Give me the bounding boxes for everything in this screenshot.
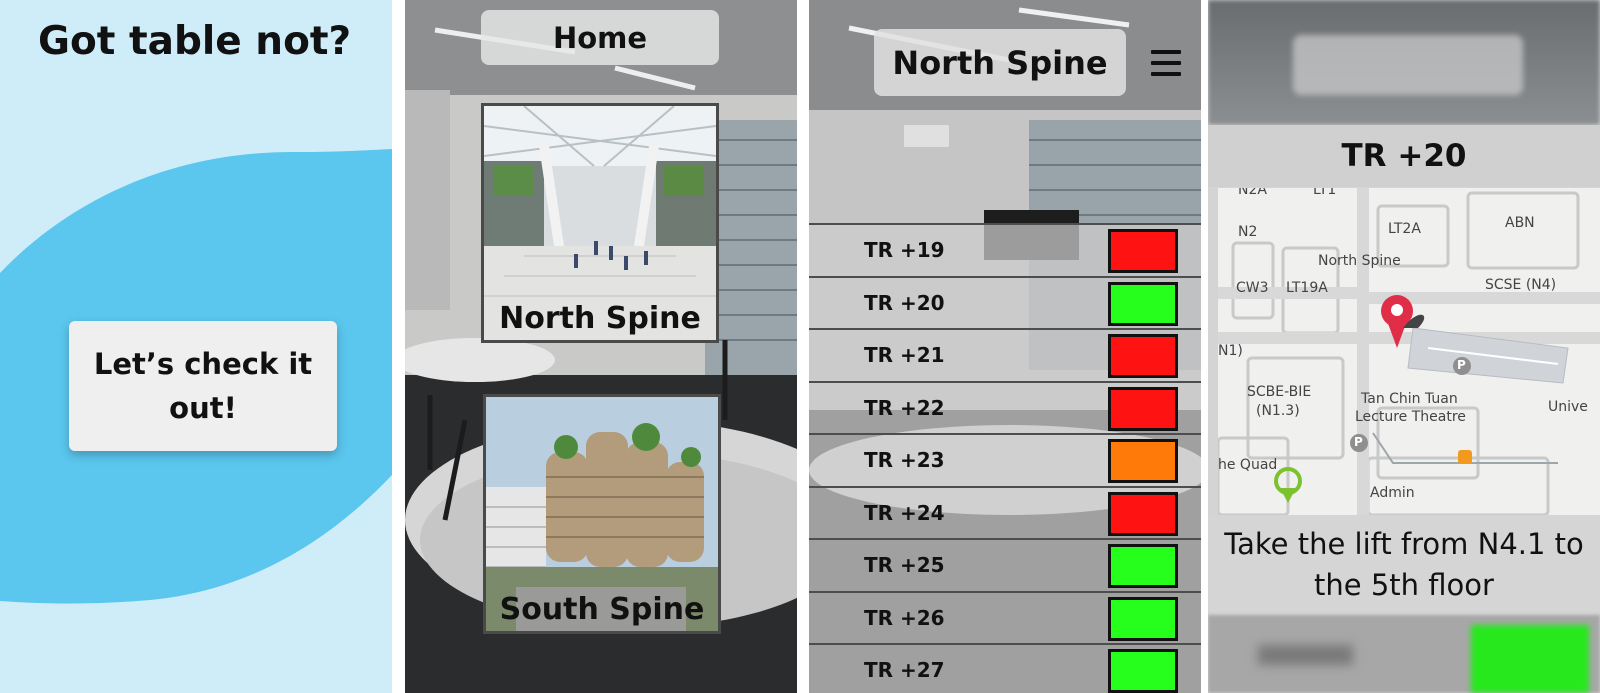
hamburger-menu-icon[interactable] xyxy=(1151,50,1181,76)
map-label-cw3: CW3 xyxy=(1236,280,1269,296)
room-label: TR +27 xyxy=(864,658,945,682)
room-label: TR +25 xyxy=(864,553,945,577)
parking-icon: P xyxy=(1354,435,1363,449)
page-title: North Spine xyxy=(874,29,1126,96)
blurred-status-indicator xyxy=(1471,625,1589,693)
blurred-header xyxy=(1293,35,1523,95)
map-label-north-spine: North Spine xyxy=(1318,253,1401,269)
room-row[interactable]: TR +19 xyxy=(809,223,1201,276)
room-row[interactable]: TR +24 xyxy=(809,485,1201,538)
room-label: TR +22 xyxy=(864,395,945,420)
room-row[interactable]: TR +25 xyxy=(809,538,1201,591)
room-row[interactable]: TR +27 xyxy=(809,643,1201,693)
campus-map[interactable]: N2A LT1 N2 LT2A ABN North Spine CW3 LT19… xyxy=(1218,188,1600,515)
room-label: TR +19 xyxy=(864,238,945,262)
check-it-out-button[interactable]: Let’s check it out! xyxy=(69,321,337,451)
map-label-tan-chin-tuan: Tan Chin Tuan xyxy=(1361,391,1458,407)
room-row[interactable]: TR +21 xyxy=(809,328,1201,381)
parking-icon: P xyxy=(1457,358,1466,372)
room-row[interactable]: TR +23 xyxy=(809,433,1201,486)
room-label: TR +24 xyxy=(864,500,945,525)
map-label-lt19a: LT19A xyxy=(1286,280,1328,296)
north-spine-card[interactable]: North Spine xyxy=(481,103,719,343)
south-spine-card[interactable]: South Spine xyxy=(483,394,721,634)
room-row[interactable]: TR +22 xyxy=(809,380,1201,433)
room-row[interactable]: TR +26 xyxy=(809,590,1201,643)
map-label-lecture-theatre: Lecture Theatre xyxy=(1355,409,1466,425)
room-status-list: TR +19 TR +20 TR +21 TR +22 TR +23 TR +24 TR +… xyxy=(809,223,1201,693)
room-label: TR +21 xyxy=(864,343,945,367)
directions-text: Take the lift from N4.1 to the 5th floor xyxy=(1208,515,1600,615)
map-label-scbe-bie: SCBE-BIE xyxy=(1247,384,1312,400)
room-status-indicator xyxy=(1108,439,1178,483)
room-row[interactable]: TR +20 xyxy=(809,275,1201,328)
room-status-indicator xyxy=(1108,491,1178,536)
map-label-n1: N1) xyxy=(1218,343,1243,359)
room-title: TR +20 xyxy=(1208,125,1600,187)
room-status-indicator xyxy=(1108,386,1178,431)
north-spine-screen: North Spine TR +19 TR +20 TR +21 TR +22 TR +… xyxy=(809,0,1201,693)
room-status-indicator xyxy=(1108,544,1178,588)
room-status-indicator xyxy=(1108,649,1178,693)
room-status-indicator xyxy=(1108,596,1178,641)
map-label-university: Unive xyxy=(1548,399,1588,415)
south-spine-label: South Spine xyxy=(499,592,705,627)
map-label-quad: he Quad xyxy=(1218,457,1278,473)
welcome-screen: Got table not? Let’s check it out! xyxy=(0,0,392,693)
map-label-lt2a: LT2A xyxy=(1388,221,1421,237)
room-label: TR +26 xyxy=(864,605,945,630)
map-label-n2a: N2A xyxy=(1238,188,1267,198)
blurred-row-label xyxy=(1258,645,1353,665)
map-label-n2: N2 xyxy=(1238,224,1258,240)
room-label: TR +20 xyxy=(864,290,945,315)
map-label-n13: (N1.3) xyxy=(1256,403,1300,419)
map-label-lt1: LT1 xyxy=(1313,188,1337,198)
app-title: Got table not? xyxy=(38,19,352,64)
room-label: TR +23 xyxy=(864,448,945,472)
room-status-indicator xyxy=(1108,229,1178,273)
room-detail-screen: TR +20 N2A LT1 N2 LT2A ABN North Spine C… xyxy=(1208,0,1600,693)
map-label-admin: Admin xyxy=(1370,485,1415,501)
page-title: Home xyxy=(481,10,719,65)
map-label-scse: SCSE (N4) xyxy=(1485,277,1557,293)
home-screen: Home North Spine South Spine xyxy=(405,0,797,693)
room-status-indicator xyxy=(1108,334,1178,378)
north-spine-label: North Spine xyxy=(499,301,701,336)
room-status-indicator xyxy=(1108,281,1178,326)
map-label-abn: ABN xyxy=(1505,215,1535,231)
